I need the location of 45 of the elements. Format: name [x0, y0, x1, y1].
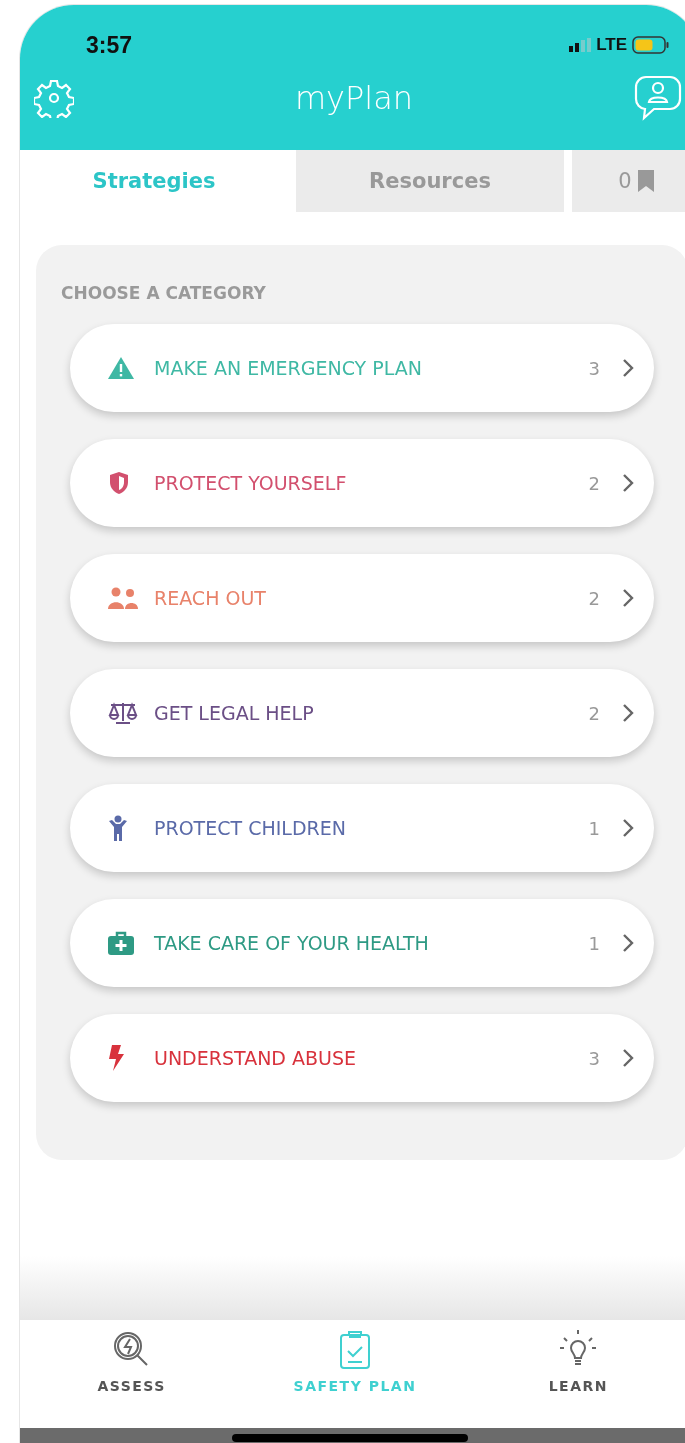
category-count: 3 — [588, 1047, 600, 1069]
category-label: GET LEGAL HELP — [154, 702, 315, 724]
bookmark-icon — [637, 170, 654, 192]
chevron-right-icon — [622, 588, 634, 608]
category-label: UNDERSTAND ABUSE — [154, 1047, 358, 1069]
network-label: LTE — [596, 35, 627, 55]
nav-tab[interactable]: SAFETY PLAN — [265, 1320, 445, 1428]
category-item[interactable]: REACH OUT 2 — [70, 554, 654, 642]
chevron-right-icon — [622, 703, 634, 723]
category-count: 2 — [588, 472, 600, 494]
chevron-right-icon — [622, 818, 634, 838]
signal-icon — [569, 38, 592, 52]
tab[interactable]: 0 — [572, 150, 685, 212]
category-item[interactable]: UNDERSTAND ABUSE 3 — [70, 1014, 654, 1102]
category-item[interactable]: TAKE CARE OF YOUR HEALTH 1 — [70, 899, 654, 987]
battery-icon — [632, 36, 670, 54]
chevron-right-icon — [622, 1048, 634, 1068]
clipboard-check-icon — [339, 1330, 371, 1370]
category-count: 2 — [588, 587, 600, 609]
category-label: PROTECT YOURSELF — [154, 472, 348, 494]
app-title: myPlan — [294, 79, 414, 117]
profile-chat-icon — [634, 75, 682, 121]
category-label: PROTECT CHILDREN — [154, 817, 347, 839]
category-label: MAKE AN EMERGENCY PLAN — [154, 357, 423, 379]
nav-tab[interactable]: ASSESS — [41, 1320, 222, 1428]
settings-icon — [34, 78, 74, 118]
category-item[interactable]: GET LEGAL HELP 2 — [70, 669, 654, 757]
category-count: 1 — [588, 932, 600, 954]
chevron-right-icon — [622, 933, 634, 953]
category-label: REACH OUT — [154, 587, 267, 609]
status-time: 3:57 — [86, 31, 133, 59]
category-count: 1 — [588, 817, 600, 839]
chevron-right-icon — [622, 358, 634, 378]
chevron-right-icon — [622, 473, 634, 493]
settings-button[interactable] — [34, 78, 74, 118]
section-title: CHOOSE A CATEGORY — [61, 283, 267, 303]
category-item[interactable]: MAKE AN EMERGENCY PLAN 3 — [70, 324, 654, 412]
category-count: 2 — [588, 702, 600, 724]
category-count: 3 — [588, 357, 600, 379]
category-item[interactable]: PROTECT CHILDREN 1 — [70, 784, 654, 872]
nav-tab[interactable]: LEARN — [488, 1320, 669, 1428]
profile-chat-button[interactable] — [634, 75, 682, 121]
category-label: TAKE CARE OF YOUR HEALTH — [154, 932, 430, 954]
category-item[interactable]: PROTECT YOURSELF 2 — [70, 439, 654, 527]
tab[interactable]: Resources — [296, 150, 564, 212]
